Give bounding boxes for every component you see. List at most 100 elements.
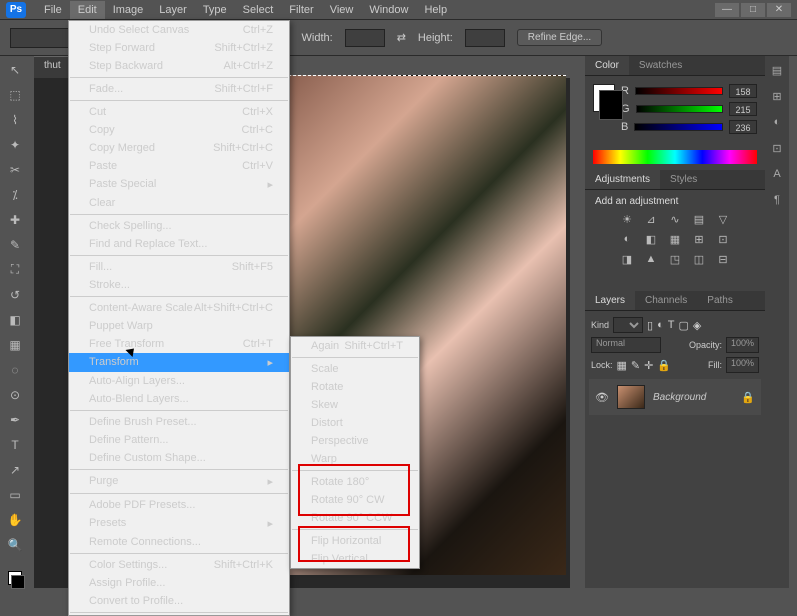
menu-item[interactable]: CopyCtrl+C <box>69 121 289 139</box>
menu-help[interactable]: Help <box>416 1 455 19</box>
r-value[interactable]: 158 <box>729 84 757 98</box>
pen-tool-icon[interactable]: ✒ <box>4 411 26 430</box>
menu-item[interactable]: Free TransformCtrl+T <box>69 335 289 353</box>
refine-edge-button[interactable]: Refine Edge... <box>517 29 602 46</box>
swatches-tab[interactable]: Swatches <box>629 56 692 75</box>
layers-tab[interactable]: Layers <box>585 291 635 310</box>
path-tool-icon[interactable]: ↗ <box>4 461 26 480</box>
menu-item[interactable]: Step BackwardAlt+Ctrl+Z <box>69 57 289 75</box>
height-input[interactable] <box>465 29 505 47</box>
selective-icon[interactable]: ⊟ <box>715 253 731 267</box>
menu-view[interactable]: View <box>322 1 362 19</box>
menu-item[interactable]: Content-Aware ScaleAlt+Shift+Ctrl+C <box>69 299 289 317</box>
menu-item[interactable]: Stroke... <box>69 276 289 294</box>
menu-filter[interactable]: Filter <box>281 1 321 19</box>
menu-item[interactable]: Paste Special▸ <box>69 175 289 194</box>
menu-item[interactable]: Define Pattern... <box>69 431 289 449</box>
brightness-icon[interactable]: ☀ <box>619 213 635 227</box>
menu-item[interactable]: Rotate 90° CW <box>291 491 419 509</box>
exposure-icon[interactable]: ▤ <box>691 213 707 227</box>
fill-value[interactable]: 100% <box>726 357 759 373</box>
color-swatches-icon[interactable] <box>5 569 25 588</box>
hue-icon[interactable]: ◐ <box>619 233 635 247</box>
b-value[interactable]: 236 <box>729 120 757 134</box>
lookup-icon[interactable]: ⊡ <box>715 233 731 247</box>
menu-item[interactable]: Rotate <box>291 378 419 396</box>
menu-select[interactable]: Select <box>235 1 282 19</box>
minimize-button[interactable]: — <box>715 3 739 17</box>
visibility-icon[interactable]: 👁 <box>595 391 609 404</box>
menu-item[interactable]: Clear <box>69 194 289 212</box>
paths-tab[interactable]: Paths <box>697 291 743 310</box>
adjustments-tab[interactable]: Adjustments <box>585 170 660 189</box>
tool-preset[interactable] <box>10 28 70 48</box>
threshold-icon[interactable]: ◳ <box>667 253 683 267</box>
filter-shape-icon[interactable]: ▢ <box>678 319 688 332</box>
brush-tool-icon[interactable]: ✎ <box>4 235 26 254</box>
g-value[interactable]: 215 <box>729 102 757 116</box>
opacity-value[interactable]: 100% <box>726 337 759 353</box>
eyedropper-tool-icon[interactable]: ⁒ <box>4 185 26 204</box>
properties-icon[interactable]: ◐ <box>769 116 785 132</box>
g-slider[interactable] <box>636 105 723 113</box>
menu-item[interactable]: Fill...Shift+F5 <box>69 258 289 276</box>
menu-item[interactable]: Convert to Profile... <box>69 592 289 610</box>
menu-item[interactable]: Rotate 180° <box>291 473 419 491</box>
menu-item[interactable]: Rotate 90° CCW <box>291 509 419 527</box>
character-icon[interactable]: A <box>769 168 785 184</box>
menu-file[interactable]: File <box>36 1 70 19</box>
invert-icon[interactable]: ◨ <box>619 253 635 267</box>
levels-icon[interactable]: ⊿ <box>643 213 659 227</box>
eraser-tool-icon[interactable]: ◧ <box>4 310 26 329</box>
filter-adj-icon[interactable]: ◐ <box>657 319 664 331</box>
type-tool-icon[interactable]: T <box>4 436 26 455</box>
lock-all-icon[interactable]: 🔒 <box>657 359 671 372</box>
color-spectrum[interactable] <box>593 150 757 164</box>
filter-pixel-icon[interactable]: ▯ <box>647 319 653 332</box>
menu-item[interactable]: Presets▸ <box>69 514 289 533</box>
heal-tool-icon[interactable]: ✚ <box>4 210 26 229</box>
menu-type[interactable]: Type <box>195 1 235 19</box>
menu-image[interactable]: Image <box>105 1 152 19</box>
menu-item[interactable]: Remote Connections... <box>69 533 289 551</box>
menu-item[interactable]: Define Brush Preset... <box>69 413 289 431</box>
layer-item-background[interactable]: 👁 Background 🔒 <box>589 379 761 415</box>
crop-tool-icon[interactable]: ✂ <box>4 160 26 179</box>
menu-item[interactable]: Transform▸ <box>69 353 289 372</box>
zoom-tool-icon[interactable]: 🔍 <box>4 536 26 555</box>
menu-item[interactable]: Assign Profile... <box>69 574 289 592</box>
vibrance-icon[interactable]: ▽ <box>715 213 731 227</box>
filter-smart-icon[interactable]: ◈ <box>693 319 701 332</box>
marquee-tool-icon[interactable]: ⬚ <box>4 85 26 104</box>
kind-select[interactable] <box>613 317 643 333</box>
hand-tool-icon[interactable]: ✋ <box>4 511 26 530</box>
fg-bg-swatch[interactable] <box>593 84 615 112</box>
lasso-tool-icon[interactable]: ⌇ <box>4 110 26 129</box>
width-input[interactable] <box>345 29 385 47</box>
lock-pixel-icon[interactable]: ✎ <box>631 359 640 372</box>
channels-tab[interactable]: Channels <box>635 291 697 310</box>
history-icon[interactable]: ▤ <box>769 64 785 80</box>
menu-item[interactable]: Perspective <box>291 432 419 450</box>
menu-item[interactable]: CutCtrl+X <box>69 103 289 121</box>
lock-trans-icon[interactable]: ▦ <box>617 359 627 372</box>
menu-item[interactable]: PasteCtrl+V <box>69 157 289 175</box>
menu-item[interactable]: Distort <box>291 414 419 432</box>
mixer-icon[interactable]: ⊞ <box>691 233 707 247</box>
menu-item[interactable]: Flip Horizontal <box>291 532 419 550</box>
actions-icon[interactable]: ⊞ <box>769 90 785 106</box>
menu-item[interactable]: Undo Select CanvasCtrl+Z <box>69 21 289 39</box>
wand-tool-icon[interactable]: ✦ <box>4 135 26 154</box>
menu-item[interactable]: Flip Vertical <box>291 550 419 568</box>
posterize-icon[interactable]: ▲ <box>643 253 659 267</box>
maximize-button[interactable]: □ <box>741 3 765 17</box>
menu-edit[interactable]: Edit <box>70 1 105 19</box>
layer-name[interactable]: Background <box>653 392 706 403</box>
gradient-map-icon[interactable]: ◫ <box>691 253 707 267</box>
bw-icon[interactable]: ◧ <box>643 233 659 247</box>
shape-tool-icon[interactable]: ▭ <box>4 486 26 505</box>
color-tab[interactable]: Color <box>585 56 629 75</box>
filter-type-icon[interactable]: T <box>668 319 675 331</box>
move-tool-icon[interactable]: ↖ <box>4 60 26 79</box>
lock-pos-icon[interactable]: ✛ <box>644 359 653 372</box>
